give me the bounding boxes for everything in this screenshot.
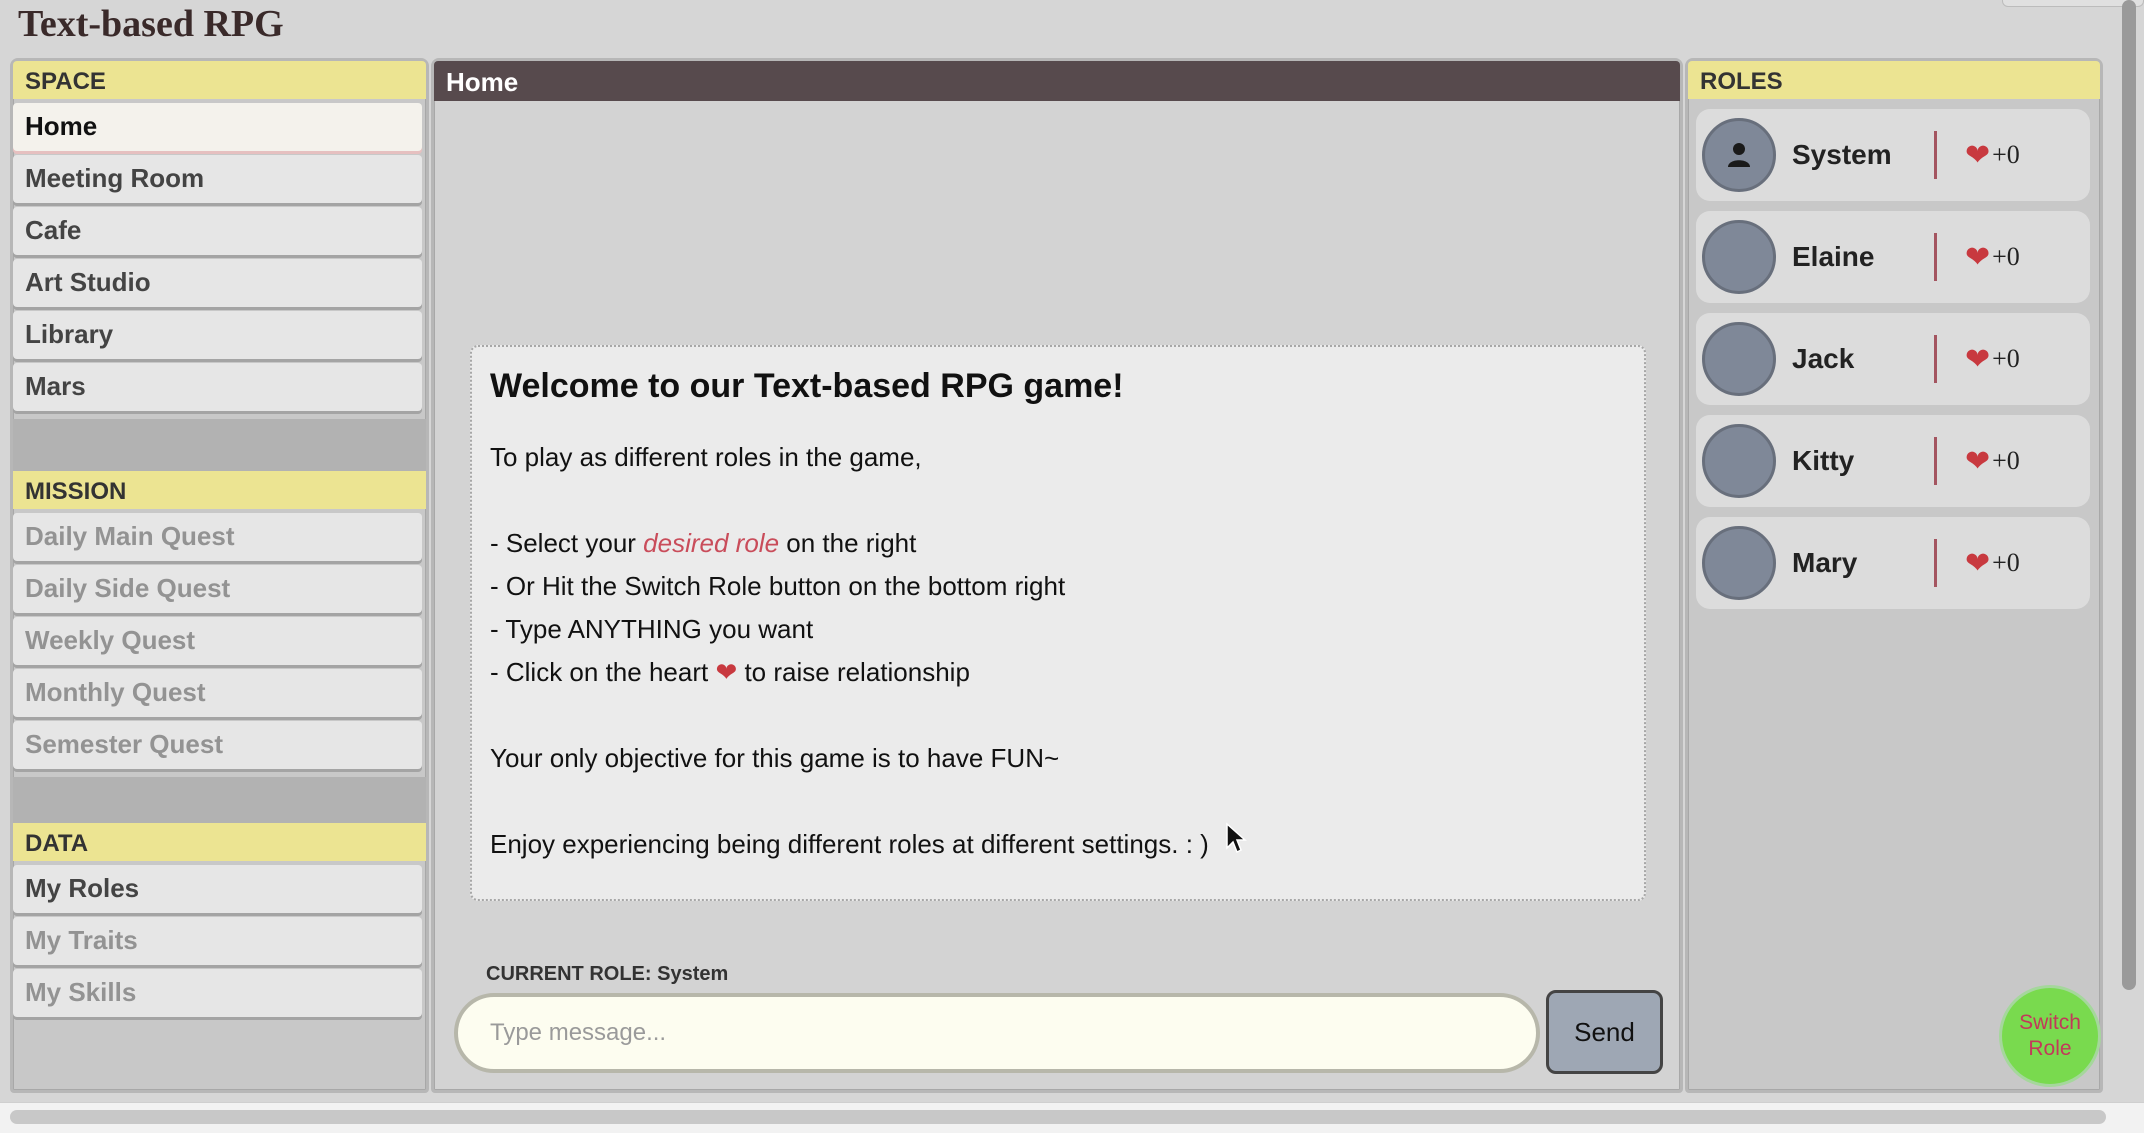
mission-section-header: MISSION <box>13 471 426 509</box>
roles-panel: ROLES System ❤ +0 Elaine ❤ +0 Jack ❤ +0 Kit… <box>1685 58 2103 1093</box>
like-count: +0 <box>1992 344 2020 373</box>
welcome-objective: Your only objective for this game is to … <box>490 743 1060 773</box>
welcome-step-3: - Type ANYTHING you want <box>490 614 814 644</box>
space-item-art-studio[interactable]: Art Studio <box>13 259 422 307</box>
avatar <box>1702 220 1776 294</box>
divider <box>1934 131 1937 179</box>
role-card-elaine[interactable]: Elaine ❤ +0 <box>1696 211 2090 303</box>
mission-item-semester-quest[interactable]: Semester Quest <box>13 721 422 769</box>
like-button[interactable]: ❤ +0 <box>1965 342 2020 377</box>
avatar <box>1702 424 1776 498</box>
data-item-my-roles[interactable]: My Roles <box>13 865 422 913</box>
welcome-closing: Enjoy experiencing being different roles… <box>490 829 1209 859</box>
avatar <box>1702 118 1776 192</box>
welcome-title: Welcome to our Text-based RPG game! <box>490 367 1124 405</box>
role-name: Kitty <box>1792 445 1855 476</box>
step4-prefix: - Click on the heart <box>490 657 716 687</box>
mission-item-daily-side-quest[interactable]: Daily Side Quest <box>13 565 422 613</box>
current-role-label: CURRENT ROLE: <box>486 963 652 985</box>
person-icon <box>1728 143 1750 167</box>
avatar <box>1702 526 1776 600</box>
step1-prefix: - Select your <box>490 528 644 558</box>
welcome-message: Welcome to our Text-based RPG game! To p… <box>470 345 1646 901</box>
space-item-home[interactable]: Home <box>13 103 422 151</box>
current-space-title: Home <box>434 61 1680 101</box>
like-count: +0 <box>1992 548 2020 577</box>
section-spacer <box>13 777 426 823</box>
heart-icon: ❤ <box>1965 240 1991 274</box>
like-count: +0 <box>1992 446 2020 475</box>
divider <box>1934 539 1937 587</box>
data-section-header: DATA <box>13 823 426 861</box>
switch-role-button[interactable]: Switch Role <box>1999 985 2101 1087</box>
heart-icon: ❤ <box>1965 546 1991 580</box>
sidebar: SPACE Home Meeting Room Cafe Art Studio … <box>10 58 429 1093</box>
roles-section-header: ROLES <box>1688 61 2100 99</box>
step4-suffix: to raise relationship <box>737 657 970 687</box>
current-role-indicator: CURRENT ROLE: System <box>486 963 728 986</box>
role-card-kitty[interactable]: Kitty ❤ +0 <box>1696 415 2090 507</box>
like-button[interactable]: ❤ +0 <box>1965 138 2020 173</box>
space-item-mars[interactable]: Mars <box>13 363 422 411</box>
avatar <box>1702 322 1776 396</box>
role-name: Mary <box>1792 547 1858 578</box>
like-button[interactable]: ❤ +0 <box>1965 240 2020 275</box>
heart-icon: ❤ <box>715 657 738 687</box>
space-item-library[interactable]: Library <box>13 311 422 359</box>
role-name: Elaine <box>1792 241 1875 272</box>
horizontal-scrollbar[interactable] <box>10 1110 2106 1124</box>
heart-icon: ❤ <box>1965 138 1991 172</box>
heart-icon: ❤ <box>1965 342 1991 376</box>
like-button[interactable]: ❤ +0 <box>1965 546 2020 581</box>
vertical-scrollbar[interactable] <box>2122 0 2136 990</box>
section-spacer <box>13 419 426 471</box>
space-section-header: SPACE <box>13 61 426 99</box>
mission-item-daily-main-quest[interactable]: Daily Main Quest <box>13 513 422 561</box>
step1-highlight: desired role <box>643 528 780 558</box>
current-role-value: System <box>657 963 729 985</box>
mouse-cursor-icon <box>1226 822 1247 854</box>
welcome-step-1: - Select your desired role on the right <box>490 522 1626 565</box>
data-item-my-traits[interactable]: My Traits <box>13 917 422 965</box>
welcome-step-2: - Or Hit the Switch Role button on the b… <box>490 571 1066 601</box>
role-name: System <box>1792 139 1892 170</box>
welcome-step-4: - Click on the heart ❤ to raise relation… <box>490 651 1626 694</box>
like-count: +0 <box>1992 140 2020 169</box>
role-card-jack[interactable]: Jack ❤ +0 <box>1696 313 2090 405</box>
role-card-mary[interactable]: Mary ❤ +0 <box>1696 517 2090 609</box>
switch-role-label-line1: Switch <box>2019 1011 2081 1034</box>
chat-panel: Home Welcome to our Text-based RPG game!… <box>431 58 1683 1093</box>
space-item-cafe[interactable]: Cafe <box>13 207 422 255</box>
welcome-intro: To play as different roles in the game, <box>490 442 922 472</box>
like-count: +0 <box>1992 242 2020 271</box>
divider <box>1934 437 1937 485</box>
message-input[interactable] <box>454 993 1540 1073</box>
mission-item-weekly-quest[interactable]: Weekly Quest <box>13 617 422 665</box>
switch-role-label-line2: Role <box>2028 1037 2072 1060</box>
mission-item-monthly-quest[interactable]: Monthly Quest <box>13 669 422 717</box>
app-title: Text-based RPG <box>18 3 284 45</box>
like-button[interactable]: ❤ +0 <box>1965 444 2020 479</box>
role-card-system[interactable]: System ❤ +0 <box>1696 109 2090 201</box>
heart-icon: ❤ <box>1965 444 1991 478</box>
space-item-meeting-room[interactable]: Meeting Room <box>13 155 422 203</box>
divider <box>1934 233 1937 281</box>
send-button[interactable]: Send <box>1546 990 1663 1074</box>
role-name: Jack <box>1792 343 1855 374</box>
divider <box>1934 335 1937 383</box>
data-item-my-skills[interactable]: My Skills <box>13 969 422 1017</box>
step1-suffix: on the right <box>779 528 917 558</box>
